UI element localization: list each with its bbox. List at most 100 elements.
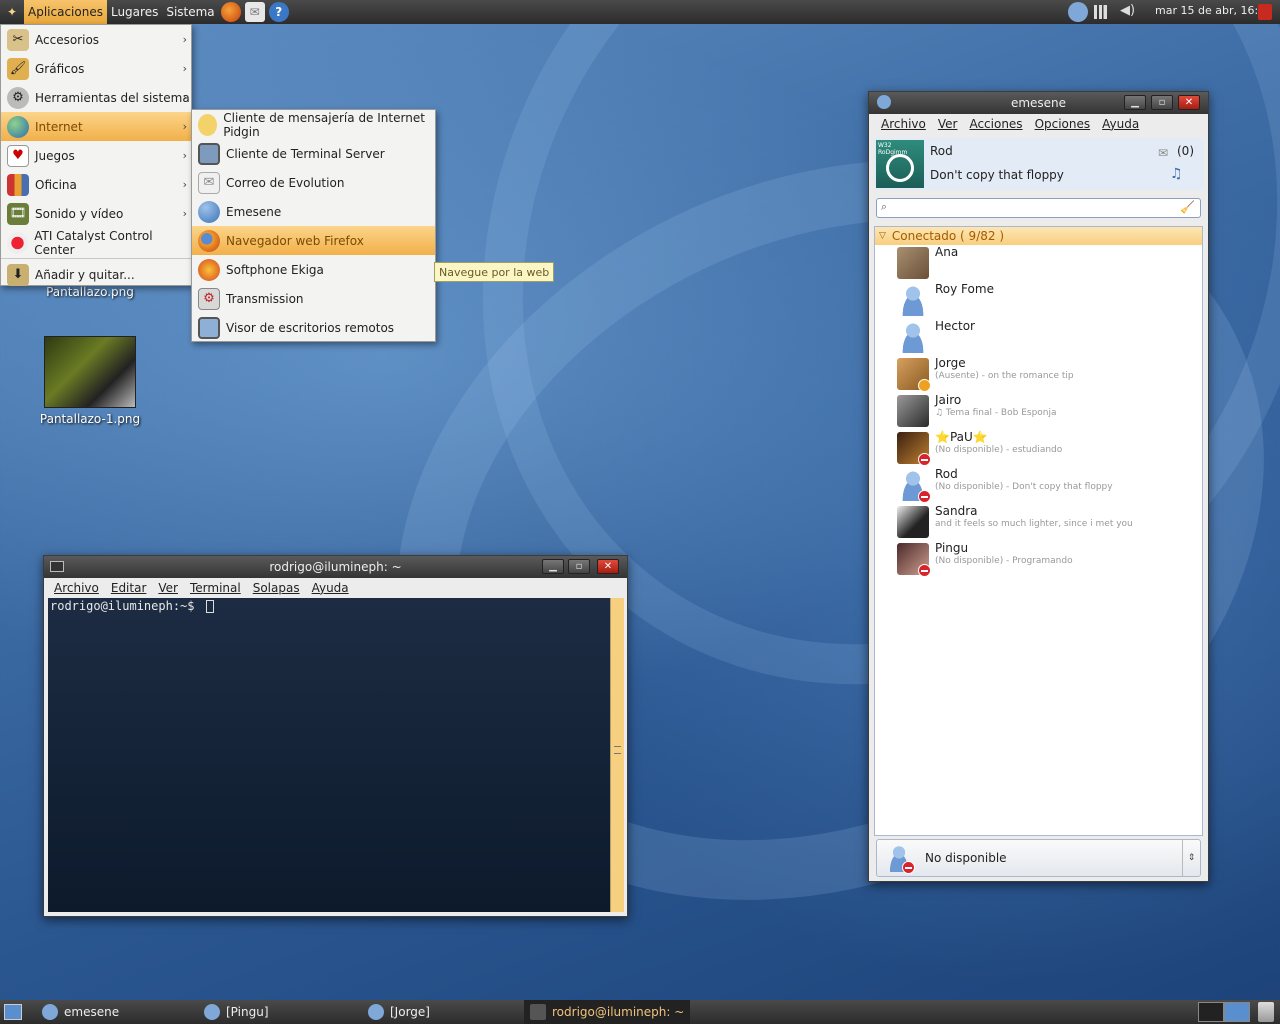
mail-launcher-icon[interactable]: ✉ bbox=[244, 2, 265, 22]
workspace-switcher[interactable] bbox=[1198, 1002, 1250, 1022]
task-label: [Jorge] bbox=[390, 1005, 430, 1019]
minimize-button[interactable]: ▁ bbox=[1124, 95, 1146, 110]
minimize-button[interactable]: ▁ bbox=[542, 559, 564, 574]
menu-item-graphics[interactable]: 🖌 Gráficos › bbox=[1, 54, 191, 83]
menu-item-label: Gráficos bbox=[35, 61, 85, 76]
menu-item-ekiga[interactable]: Softphone Ekiga bbox=[192, 255, 435, 284]
menu-ver[interactable]: Ver bbox=[158, 581, 178, 595]
clear-broom-icon[interactable]: 🧹 bbox=[1180, 200, 1195, 214]
music-note-icon[interactable]: ♫ bbox=[1170, 166, 1183, 182]
group-header[interactable]: ▽ Conectado ( 9/82 ) bbox=[875, 227, 1202, 245]
menu-editar[interactable]: Editar bbox=[111, 581, 147, 595]
menu-item-games[interactable]: ♥ Juegos › bbox=[1, 141, 191, 170]
pidgin-icon bbox=[198, 113, 218, 136]
menu-item-transmission[interactable]: ⚙ Transmission bbox=[192, 284, 435, 313]
contact-item[interactable]: Roy Fome bbox=[897, 282, 1197, 318]
logout-icon[interactable] bbox=[1258, 4, 1272, 20]
task-jorge-chat[interactable]: [Jorge] bbox=[360, 1000, 520, 1024]
menu-ayuda[interactable]: Ayuda bbox=[312, 581, 349, 595]
menu-item-system-tools[interactable]: ⚙ Herramientas del sistema › bbox=[1, 83, 191, 112]
desktop-file-pantallazo-1[interactable]: Pantallazo-1.png bbox=[30, 336, 150, 426]
menu-item-office[interactable]: Oficina › bbox=[1, 170, 191, 199]
busy-status-icon bbox=[918, 453, 931, 466]
user-avatar[interactable]: W32 RoDgimm bbox=[876, 140, 924, 188]
contact-item[interactable]: Hector bbox=[897, 319, 1197, 355]
menu-item-label: Softphone Ekiga bbox=[226, 262, 324, 277]
task-terminal[interactable]: rodrigo@ilumineph: ~ bbox=[524, 1000, 690, 1024]
task-emesene[interactable]: emesene bbox=[34, 1000, 194, 1024]
menu-archivo[interactable]: Archivo bbox=[54, 581, 99, 595]
menu-solapas[interactable]: Solapas bbox=[253, 581, 300, 595]
menu-item-add-remove[interactable]: ⬇ Añadir y quitar... bbox=[1, 260, 191, 289]
user-name[interactable]: Rod bbox=[930, 144, 953, 158]
contact-item[interactable]: Jorge (Ausente) - on the romance tip bbox=[897, 356, 1197, 392]
aphex-logo-icon bbox=[886, 154, 914, 182]
contact-item[interactable]: Ana bbox=[897, 245, 1197, 281]
menu-item-remote-desktop[interactable]: Visor de escritorios remotos bbox=[192, 313, 435, 342]
menu-item-evolution[interactable]: ✉ Correo de Evolution bbox=[192, 168, 435, 197]
system-menu[interactable]: Sistema bbox=[162, 0, 218, 24]
maximize-button[interactable]: ▫ bbox=[568, 559, 590, 574]
contact-item[interactable]: Pingu (No disponible) - Programando bbox=[897, 541, 1197, 577]
personal-message[interactable]: Don't copy that floppy bbox=[930, 168, 1064, 182]
contact-item[interactable]: Sandra and it feels so much lighter, sin… bbox=[897, 504, 1197, 540]
menu-item-internet[interactable]: Internet › bbox=[1, 112, 191, 141]
mail-count[interactable]: (0) bbox=[1177, 144, 1194, 158]
tooltip: Navegue por la web bbox=[434, 262, 555, 282]
help-launcher-icon[interactable]: ? bbox=[268, 2, 289, 22]
contact-item[interactable]: ⭐PaU⭐ (No disponible) - estudiando bbox=[897, 430, 1197, 466]
default-user-icon bbox=[897, 469, 931, 503]
contact-name: Jorge bbox=[935, 356, 966, 370]
menu-archivo[interactable]: Archivo bbox=[881, 117, 926, 131]
close-button[interactable]: ✕ bbox=[597, 559, 619, 574]
network-signal-icon[interactable] bbox=[1094, 5, 1110, 19]
menu-ayuda[interactable]: Ayuda bbox=[1102, 117, 1139, 131]
menu-item-label: Oficina bbox=[35, 177, 77, 192]
firefox-launcher-icon[interactable] bbox=[220, 2, 241, 22]
menu-item-terminal-server[interactable]: Cliente de Terminal Server bbox=[192, 139, 435, 168]
terminal-scrollbar[interactable] bbox=[610, 598, 624, 912]
places-menu[interactable]: Lugares bbox=[107, 0, 162, 24]
terminal-window: rodrigo@ilumineph: ~ ▁ ▫ ✕ Archivo Edita… bbox=[43, 555, 628, 917]
menu-item-ati-catalyst[interactable]: ATI Catalyst Control Center bbox=[1, 228, 191, 257]
volume-icon[interactable]: ◀) bbox=[1120, 3, 1135, 18]
task-label: emesene bbox=[64, 1005, 120, 1019]
menu-item-emesene[interactable]: Emesene bbox=[192, 197, 435, 226]
emesene-titlebar[interactable]: emesene ▁ ▫ ✕ bbox=[869, 92, 1208, 114]
contact-avatar bbox=[897, 432, 931, 466]
clock[interactable]: mar 15 de abr, 16:17 bbox=[1155, 4, 1272, 17]
menu-terminal[interactable]: Terminal bbox=[190, 581, 241, 595]
emesene-window: emesene ▁ ▫ ✕ Archivo Ver Acciones Opcio… bbox=[868, 91, 1209, 882]
contact-item[interactable]: Jairo ♫ Tema final - Bob Esponja bbox=[897, 393, 1197, 429]
contact-list[interactable]: ▽ Conectado ( 9/82 ) Ana Roy Fome Hector… bbox=[874, 226, 1203, 836]
workspace-2[interactable] bbox=[1224, 1002, 1250, 1022]
contact-item[interactable]: Rod (No disponible) - Don't copy that fl… bbox=[897, 467, 1197, 503]
terminal-output[interactable]: rodrigo@ilumineph:~$ bbox=[48, 598, 610, 912]
menu-item-firefox[interactable]: Navegador web Firefox bbox=[192, 226, 435, 255]
menu-separator bbox=[1, 258, 191, 259]
menu-item-sound-video[interactable]: 🎞 Sonido y vídeo › bbox=[1, 199, 191, 228]
trash-icon[interactable] bbox=[1258, 1002, 1274, 1022]
workspace-1[interactable] bbox=[1198, 1002, 1224, 1022]
terminal-menu-icon[interactable] bbox=[50, 561, 64, 572]
contact-search-input[interactable]: ⌕ 🧹 bbox=[876, 198, 1201, 218]
task-label: [Pingu] bbox=[226, 1005, 269, 1019]
expander-icon[interactable]: ▽ bbox=[879, 231, 886, 241]
mail-icon[interactable]: ✉ bbox=[1158, 146, 1168, 160]
menu-item-accessories[interactable]: ✂ Accesorios › bbox=[1, 25, 191, 54]
menu-item-label: Visor de escritorios remotos bbox=[226, 320, 395, 335]
show-desktop-icon[interactable] bbox=[4, 1004, 22, 1020]
task-pingu-chat[interactable]: [Pingu] bbox=[196, 1000, 356, 1024]
menu-acciones[interactable]: Acciones bbox=[969, 117, 1022, 131]
menu-item-pidgin[interactable]: Cliente de mensajería de Internet Pidgin bbox=[192, 110, 435, 139]
applications-menu[interactable]: Aplicaciones bbox=[24, 0, 107, 24]
menu-ver[interactable]: Ver bbox=[938, 117, 958, 131]
terminal-titlebar[interactable]: rodrigo@ilumineph: ~ ▁ ▫ ✕ bbox=[44, 556, 627, 578]
maximize-button[interactable]: ▫ bbox=[1151, 95, 1173, 110]
close-button[interactable]: ✕ bbox=[1178, 95, 1200, 110]
menu-opciones[interactable]: Opciones bbox=[1035, 117, 1091, 131]
top-panel: ✦ Aplicaciones Lugares Sistema ✉ ? ◀) ma… bbox=[0, 0, 1280, 24]
emesene-tray-icon[interactable] bbox=[1068, 2, 1088, 22]
contact-avatar bbox=[897, 395, 929, 427]
status-selector[interactable]: No disponible ⇕ bbox=[876, 839, 1201, 877]
